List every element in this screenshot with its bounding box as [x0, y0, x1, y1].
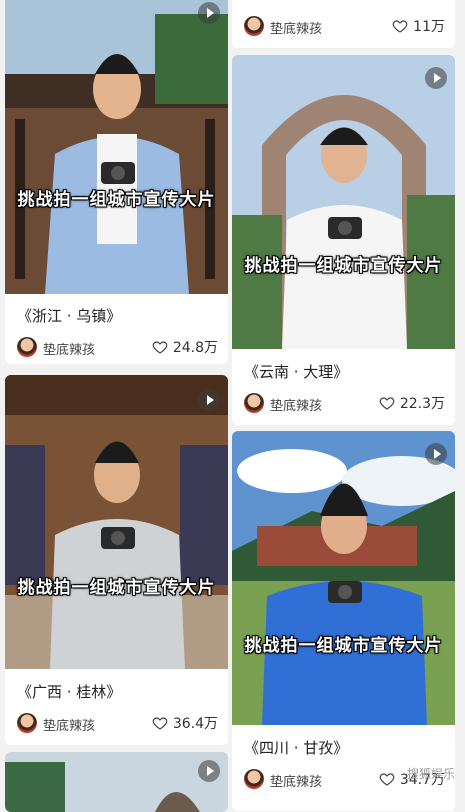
video-meta: 垫底辣孩 22.3万 — [244, 393, 445, 414]
video-card-dali[interactable]: 挑战拍一组城市宣传大片 《云南 · 大理》 垫底辣孩 22.3万 — [232, 55, 455, 425]
author-name[interactable]: 垫底辣孩 — [43, 339, 95, 358]
thumbnail-image — [5, 752, 228, 812]
video-title: 《广西 · 桂林》 — [17, 683, 122, 701]
video-caption: 挑战拍一组城市宣传大片 — [244, 256, 443, 276]
author-name[interactable]: 垫底辣孩 — [270, 771, 322, 790]
play-icon — [198, 2, 220, 24]
like-count[interactable]: 11万 — [392, 16, 445, 36]
play-icon — [198, 760, 220, 782]
video-title: 《浙江 · 乌镇》 — [17, 307, 122, 325]
like-count[interactable]: 24.8万 — [152, 337, 218, 357]
play-icon — [198, 389, 220, 411]
video-meta: 垫底辣孩 24.8万 — [17, 337, 218, 358]
watermark: 搜狐娱乐 — [407, 765, 455, 782]
author-name[interactable]: 垫底辣孩 — [270, 18, 322, 37]
like-count-value: 11万 — [413, 19, 445, 35]
video-thumbnail[interactable]: 挑战拍一组城市宣传大片 — [232, 55, 455, 349]
thumbnail-image — [5, 375, 228, 669]
heart-icon — [379, 397, 395, 410]
like-count[interactable]: 22.3万 — [379, 393, 445, 413]
thumbnail-image — [5, 0, 228, 294]
video-thumbnail[interactable]: 挑战拍一组城市宣传大片 — [232, 431, 455, 725]
video-caption: 挑战拍一组城市宣传大片 — [17, 578, 216, 598]
thumbnail-image — [232, 55, 455, 349]
author-name[interactable]: 垫底辣孩 — [43, 715, 95, 734]
video-meta: 垫底辣孩 36.4万 — [17, 713, 218, 734]
heart-icon — [152, 717, 168, 730]
avatar[interactable] — [244, 16, 264, 36]
heart-icon — [152, 341, 168, 354]
like-count-value: 36.4万 — [172, 716, 218, 732]
video-card-top-partial[interactable]: 垫底辣孩 11万 — [232, 0, 455, 48]
video-caption: 挑战拍一组城市宣传大片 — [244, 636, 443, 656]
like-count-value: 24.8万 — [172, 340, 218, 356]
heart-icon — [379, 773, 395, 786]
heart-icon — [392, 20, 408, 33]
like-count-value: 22.3万 — [399, 396, 445, 412]
play-icon — [425, 67, 447, 89]
video-thumbnail[interactable]: 挑战拍一组城市宣传大片 — [5, 375, 228, 669]
watermark-text: 搜狐娱乐 — [406, 767, 455, 781]
video-title: 《云南 · 大理》 — [244, 363, 349, 381]
thumbnail-image — [232, 431, 455, 725]
video-meta: 垫底辣孩 11万 — [244, 16, 445, 37]
video-thumbnail[interactable] — [5, 752, 228, 812]
avatar[interactable] — [17, 713, 37, 733]
video-card-partial[interactable] — [5, 752, 228, 812]
video-caption: 挑战拍一组城市宣传大片 — [17, 190, 216, 210]
play-icon — [425, 443, 447, 465]
like-count[interactable]: 36.4万 — [152, 713, 218, 733]
video-card-wuzhen[interactable]: 挑战拍一组城市宣传大片 《浙江 · 乌镇》 垫底辣孩 24.8万 — [5, 0, 228, 364]
author-name[interactable]: 垫底辣孩 — [270, 395, 322, 414]
video-thumbnail[interactable]: 挑战拍一组城市宣传大片 — [5, 0, 228, 294]
video-card-ganzi[interactable]: 挑战拍一组城市宣传大片 《四川 · 甘孜》 垫底辣孩 34.7万 — [232, 431, 455, 811]
avatar[interactable] — [17, 337, 37, 357]
avatar[interactable] — [244, 393, 264, 413]
video-title: 《四川 · 甘孜》 — [244, 739, 349, 757]
video-card-guilin[interactable]: 挑战拍一组城市宣传大片 《广西 · 桂林》 垫底辣孩 36.4万 — [5, 375, 228, 745]
avatar[interactable] — [244, 769, 264, 789]
